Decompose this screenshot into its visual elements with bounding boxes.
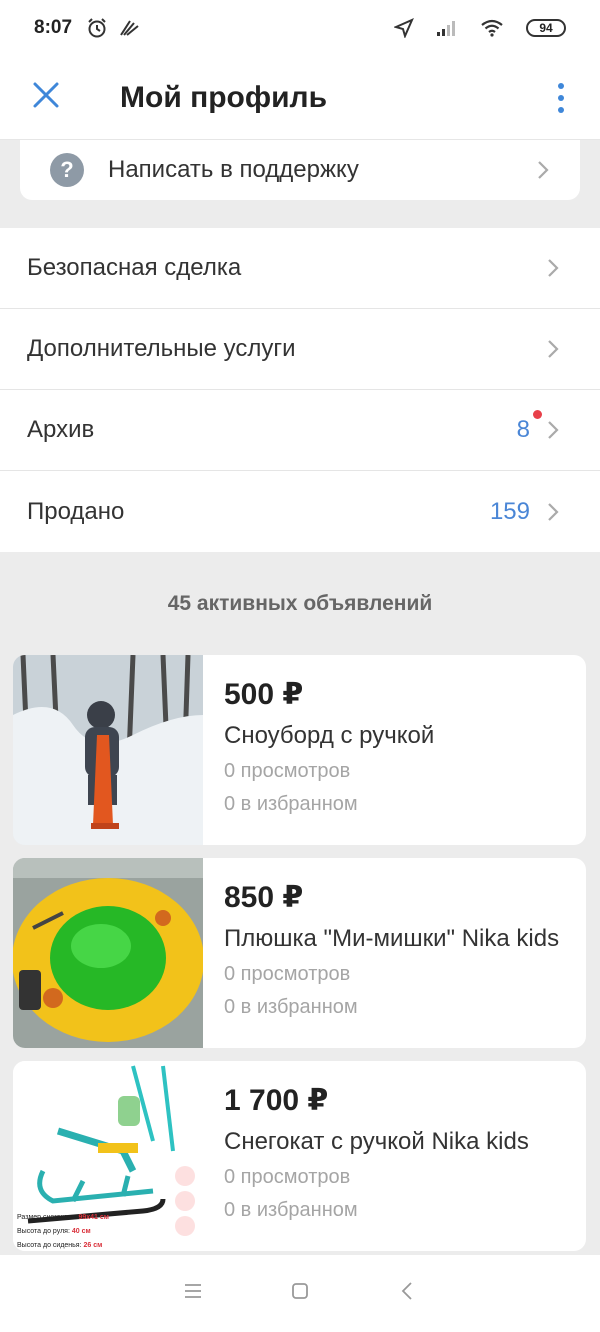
chevron-right-icon [546,257,560,279]
archive-count: 8 [516,410,542,444]
home-button[interactable] [280,1274,320,1314]
location-icon [394,18,414,38]
signal-icon [436,19,458,37]
listing-favorites: 0 в избранном [224,1199,358,1221]
back-button[interactable] [387,1274,427,1314]
more-vertical-icon [558,82,564,89]
menu-icon [183,1283,203,1304]
listing-photo-snow-scooter: Размер снегоката: 99x41 см Высота до рул… [13,1061,203,1251]
app-notification-icon [118,17,140,39]
listing-info: 850 ₽ Плюшка "Ми-мишки" Nika kids 0 прос… [203,858,586,1048]
listing-views: 0 просмотров [224,1166,351,1188]
home-icon [291,1282,309,1305]
support-button[interactable]: ? Написать в поддержку [20,140,580,200]
status-time: 8:07 [34,17,73,38]
listing-views: 0 просмотров [224,760,351,782]
chevron-right-icon [536,159,550,181]
menu-item-label: Дополнительные услуги [27,335,296,362]
notification-dot [533,410,542,419]
page-title: Мой профиль [120,80,328,114]
menu-item-sold[interactable]: Продано 159 [0,471,600,552]
menu-button[interactable] [173,1274,213,1314]
spec-line-size: Размер снегоката: 99x41 см [17,1214,109,1221]
listing-views: 0 просмотров [224,963,351,985]
profile-menu: Безопасная сделка Дополнительные услуги … [0,228,600,552]
wifi-icon [480,19,504,37]
back-icon [401,1281,413,1306]
system-nav-bar [0,1255,600,1332]
listing-card[interactable]: 500 ₽ Сноуборд с ручкой 0 просмотров 0 в… [13,655,586,845]
archive-count-value: 8 [516,416,530,443]
battery-indicator: 94 [526,19,566,37]
close-icon [32,81,60,114]
menu-item-label: Безопасная сделка [27,254,242,281]
listing-photo-snowboard [13,655,203,845]
menu-item-label: Продано [27,497,125,525]
active-listings-header: 45 активных объявлений [167,592,433,615]
listing-title: Сноуборд с ручкой [224,722,435,749]
menu-item-label: Архив [27,416,95,443]
menu-item-archive[interactable]: Архив 8 [0,390,600,471]
status-bar: 8:07 94 [0,0,600,56]
listing-info: 1 700 ₽ Снегокат с ручкой Nika kids 0 пр… [203,1061,586,1251]
chevron-right-icon [546,501,560,523]
listing-card[interactable]: Размер снегоката: 99x41 см Высота до рул… [13,1061,586,1251]
more-options-button[interactable] [544,68,578,128]
support-label: Написать в поддержку [108,156,359,183]
listing-favorites: 0 в избранном [224,793,358,815]
alarm-icon [86,17,108,39]
sold-count: 159 [489,497,530,525]
listing-price: 1 700 ₽ [224,1084,329,1117]
listing-price: 850 ₽ [224,881,304,914]
chevron-right-icon [546,419,560,441]
listing-price: 500 ₽ [224,678,304,711]
app-bar: Мой профиль [0,56,600,140]
menu-item-additional-services[interactable]: Дополнительные услуги [0,309,600,390]
question-icon: ? [50,153,84,187]
listing-title: Плюшка "Ми-мишки" Nika kids [224,925,560,952]
listing-photo-snow-tube [13,858,204,1048]
chevron-right-icon [546,338,560,360]
profile-content[interactable]: ? Написать в поддержку Безопасная сделка… [0,140,600,1255]
close-button[interactable] [16,68,76,128]
listing-info: 500 ₽ Сноуборд с ручкой 0 просмотров 0 в… [203,655,586,845]
listing-card[interactable]: 850 ₽ Плюшка "Ми-мишки" Nika kids 0 прос… [13,858,586,1048]
menu-item-safe-deal[interactable]: Безопасная сделка [0,228,600,309]
listing-title: Снегокат с ручкой Nika kids [224,1128,529,1155]
listing-favorites: 0 в избранном [224,996,358,1018]
spec-line-handle-height: Высота до руля: 40 см [17,1228,91,1235]
spec-line-seat-height: Высота до сиденья: 26 см [17,1242,102,1249]
